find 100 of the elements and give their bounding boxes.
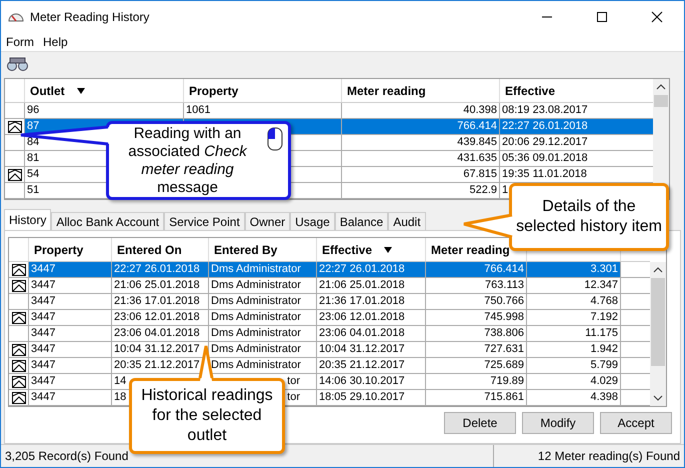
table-cell: Dms Administrator <box>211 279 301 291</box>
table-cell: 23:06 04.01.2018 <box>114 327 200 339</box>
menu-item[interactable]: Form <box>2 34 38 48</box>
table-cell: 14:06 30.10.2017 <box>319 375 405 387</box>
scrollbar-thumb[interactable] <box>654 95 668 107</box>
table-cell: 3447 <box>31 327 56 339</box>
table-cell: 4.029 <box>590 375 618 387</box>
table-cell: 1061 <box>186 104 210 116</box>
tab[interactable]: Owner <box>244 212 290 230</box>
table-cell: 715.861 <box>484 391 524 403</box>
table-cell: 745.998 <box>484 311 524 323</box>
close-icon[interactable] <box>651 10 663 22</box>
table-cell: 05:36 09.01.2018 <box>502 152 588 164</box>
table-cell: 22:27 26.01.2018 <box>114 263 200 275</box>
column-header[interactable]: Property <box>189 84 238 98</box>
table-cell: 766.414 <box>484 263 524 275</box>
action-button[interactable]: Delete <box>444 412 516 434</box>
column-header[interactable]: Entered On <box>117 242 182 256</box>
table-cell: 3447 <box>31 375 56 387</box>
column-header[interactable]: Property <box>34 242 84 256</box>
window-title: Meter Reading History <box>30 10 150 24</box>
column-header[interactable]: Outlet <box>30 84 65 98</box>
sort-arrow-icon <box>384 246 392 252</box>
menu-item[interactable]: Help <box>39 34 72 48</box>
action-button[interactable]: Modify <box>522 412 594 434</box>
table-cell: 08:19 23.08.2017 <box>502 104 588 116</box>
table-cell: Dms Administrator <box>211 295 301 307</box>
table-cell: 21:36 17.01.2018 <box>114 295 200 307</box>
table-cell: 3.301 <box>590 263 618 275</box>
table-cell: 12.347 <box>584 279 618 291</box>
table-cell: 3447 <box>31 343 56 355</box>
table-cell: 727.631 <box>484 343 524 355</box>
table-cell: 96 <box>27 104 40 116</box>
table-cell: 40.398 <box>463 104 497 116</box>
tab[interactable]: Audit <box>388 212 426 230</box>
column-header[interactable]: Effective <box>322 242 372 256</box>
table-cell: 10:04 31.12.2017 <box>114 343 200 355</box>
scroll-down-icon[interactable] <box>653 394 663 402</box>
table-cell: 3447 <box>31 295 56 307</box>
table-cell: 23:06 04.01.2018 <box>319 327 405 339</box>
tab[interactable]: Usage <box>290 212 335 230</box>
table-cell: 18:05 29.10.2017 <box>319 391 405 403</box>
table-cell: tor <box>287 375 300 387</box>
table-cell: 738.806 <box>484 327 524 339</box>
tab[interactable]: Service Point <box>164 212 245 230</box>
table-cell: 4.398 <box>590 391 618 403</box>
table-cell: 763.113 <box>485 279 524 291</box>
table-cell: 1 <box>502 184 508 196</box>
table-cell: 750.766 <box>484 295 524 307</box>
table-cell: 21:36 17.01.2018 <box>319 295 405 307</box>
table-cell: 3447 <box>31 311 56 323</box>
tab[interactable]: Balance <box>334 212 388 230</box>
action-button[interactable]: Accept <box>600 412 672 434</box>
table-cell: Dms Administrator <box>211 359 301 371</box>
table-cell: 20:06 29.12.2017 <box>502 136 588 148</box>
gauge-icon <box>8 10 24 22</box>
table-cell: 4.768 <box>590 295 618 307</box>
table-cell: 14 <box>114 375 126 387</box>
table-cell: 20:35 21.12.2017 <box>319 359 405 371</box>
table-cell: 22:27 26.01.2018 <box>502 120 588 132</box>
table-cell: 719.89 <box>490 375 524 387</box>
column-header[interactable]: Meter reading <box>347 84 426 98</box>
status-text: 12 Meter reading(s) Found <box>538 449 680 463</box>
mouse-icon <box>267 127 283 151</box>
scrollbar-thumb[interactable] <box>651 278 665 366</box>
table-cell: Dms Administrator <box>211 263 301 275</box>
status-text: 3,205 Record(s) Found <box>5 449 128 463</box>
table-cell: tor <box>287 391 300 403</box>
table-cell: 439.845 <box>457 136 497 148</box>
table-cell: 1.942 <box>590 343 618 355</box>
table-cell: 81 <box>27 152 40 164</box>
table-cell: 5.799 <box>590 359 618 371</box>
table-cell: 23:06 12.01.2018 <box>114 311 200 323</box>
table-cell: 3447 <box>31 279 56 291</box>
binoculars-icon[interactable] <box>6 57 30 71</box>
scroll-up-icon[interactable] <box>653 266 663 274</box>
table-cell: 3447 <box>31 263 56 275</box>
table-cell: 3447 <box>31 391 56 403</box>
column-header[interactable]: Effective <box>505 84 556 98</box>
table-cell: Dms Administrator <box>211 343 301 355</box>
table-cell: 20:35 21.12.2017 <box>114 359 200 371</box>
column-header[interactable]: Entered By <box>214 242 278 256</box>
tab[interactable]: Alloc Bank Account <box>51 212 164 230</box>
table-cell: 22:27 26.01.2018 <box>319 263 405 275</box>
table-cell: 21:06 25.01.2018 <box>319 279 405 291</box>
table-cell: 725.689 <box>484 359 524 371</box>
table-cell: 67.815 <box>463 168 497 180</box>
table-cell: 19:35 11.01.2018 <box>502 168 587 180</box>
maximize-icon[interactable] <box>596 10 608 22</box>
table-cell: 84 <box>27 136 40 148</box>
table-cell: 18 <box>114 391 126 403</box>
scroll-up-icon[interactable] <box>656 83 666 91</box>
callout: Reading with an associated Check meter reading message <box>106 121 291 200</box>
tab[interactable]: History <box>4 209 52 230</box>
column-header[interactable]: Meter reading <box>431 242 510 256</box>
table-cell: 3447 <box>31 359 56 371</box>
table-cell: 766.414 <box>457 120 497 132</box>
table-cell: 21:06 25.01.2018 <box>114 279 200 291</box>
callout: Historical readings for the selected outlet <box>129 378 285 454</box>
table-cell: 11.175 <box>585 327 618 339</box>
